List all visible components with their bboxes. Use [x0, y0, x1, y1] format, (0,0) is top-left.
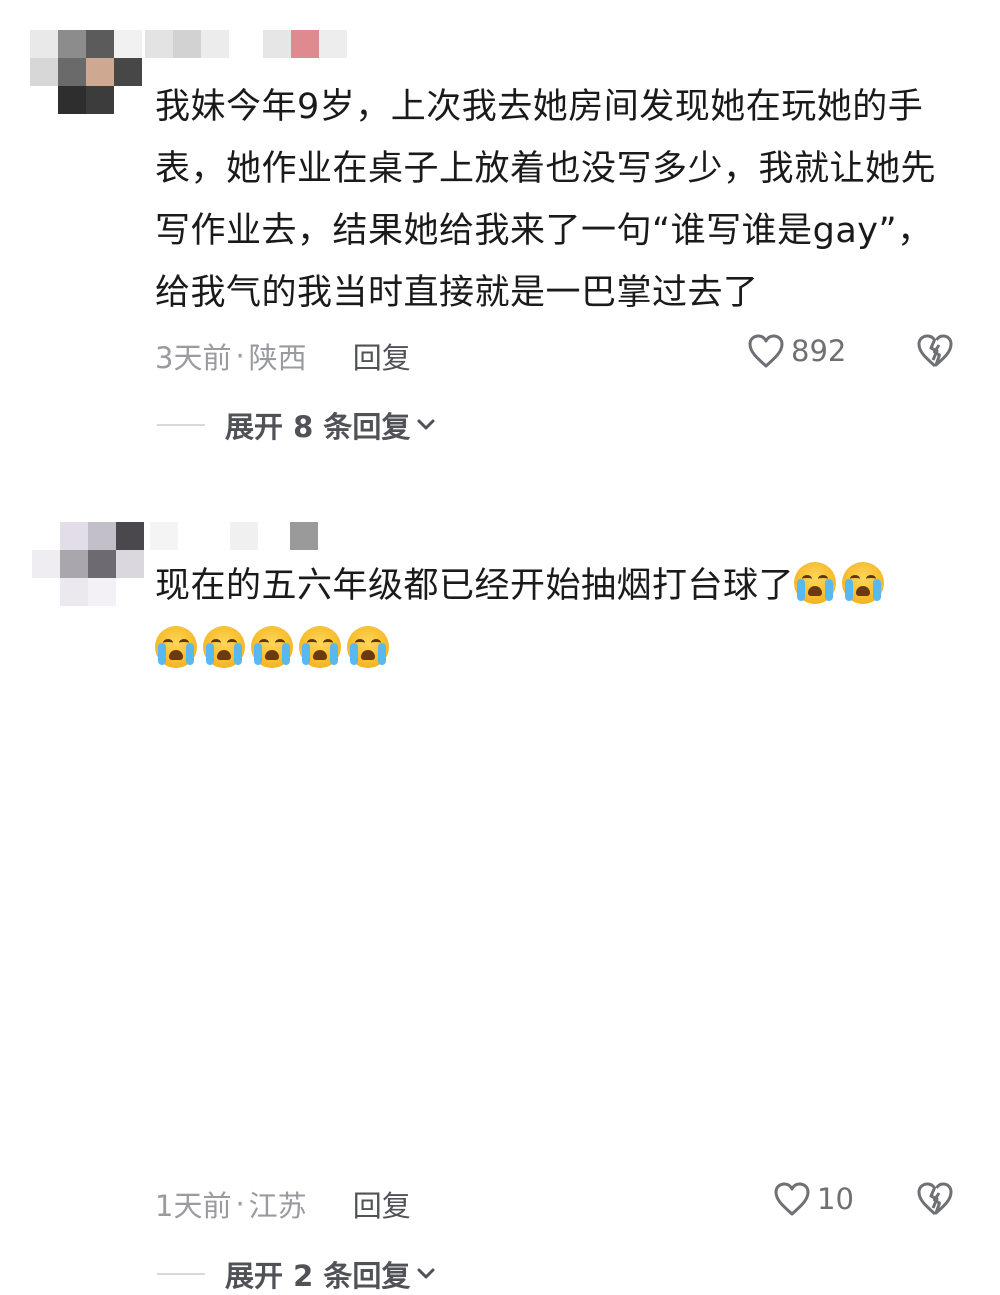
comment-meta: 3天前 · 陕西 回复 [155, 335, 411, 377]
comment-meta: 1天前 · 江苏 回复 [155, 1183, 411, 1225]
username[interactable] [145, 30, 355, 58]
avatar[interactable] [30, 30, 142, 116]
loudly-crying-face-icon [299, 626, 341, 668]
meta-separator: · [235, 339, 245, 373]
loudly-crying-face-icon [203, 626, 245, 668]
divider-line [157, 1273, 205, 1275]
comment-text: 我妹今年9岁，上次我去她房间发现她在玩她的手表，她作业在桌子上放着也没写多少，我… [155, 87, 937, 313]
avatar[interactable] [32, 522, 144, 612]
loudly-crying-face-icon [347, 626, 389, 668]
expand-replies-label: 展开 2 条回复 [225, 1259, 411, 1293]
loudly-crying-face-icon [842, 562, 885, 604]
heart-outline-icon [748, 334, 784, 368]
divider-line [157, 424, 205, 426]
comment-text-content: 现在的五六年级都已经开始抽烟打台球了 [155, 566, 795, 606]
comment-time: 3天前 [155, 341, 232, 375]
chevron-down-icon [417, 1268, 435, 1279]
loudly-crying-face-icon [155, 626, 197, 668]
expand-replies-button[interactable]: 展开 8 条回复 [157, 404, 436, 446]
loudly-crying-face-icon [251, 626, 293, 668]
reply-button[interactable]: 回复 [353, 335, 411, 377]
comment-location: 江苏 [248, 1189, 307, 1223]
broken-heart-icon [917, 334, 953, 368]
like-count: 892 [791, 334, 847, 368]
like-count: 10 [817, 1182, 854, 1216]
username[interactable] [150, 522, 330, 550]
chevron-down-icon [417, 419, 435, 430]
reply-button[interactable]: 回复 [353, 1183, 411, 1225]
comment-text: 现在的五六年级都已经开始抽烟打台球了 [155, 554, 955, 682]
comment-time: 1天前 [155, 1189, 232, 1223]
comment-location: 陕西 [248, 341, 307, 375]
dislike-button[interactable] [915, 333, 955, 373]
meta-separator: · [235, 1187, 245, 1221]
loudly-crying-face-icon [794, 562, 837, 604]
expand-replies-button[interactable]: 展开 2 条回复 [157, 1253, 436, 1295]
expand-replies-label: 展开 8 条回复 [225, 410, 411, 444]
like-button[interactable]: 10 [773, 1181, 854, 1217]
like-button[interactable]: 892 [747, 333, 846, 369]
dislike-button[interactable] [915, 1181, 955, 1221]
broken-heart-icon [917, 1182, 953, 1216]
heart-outline-icon [774, 1182, 810, 1216]
